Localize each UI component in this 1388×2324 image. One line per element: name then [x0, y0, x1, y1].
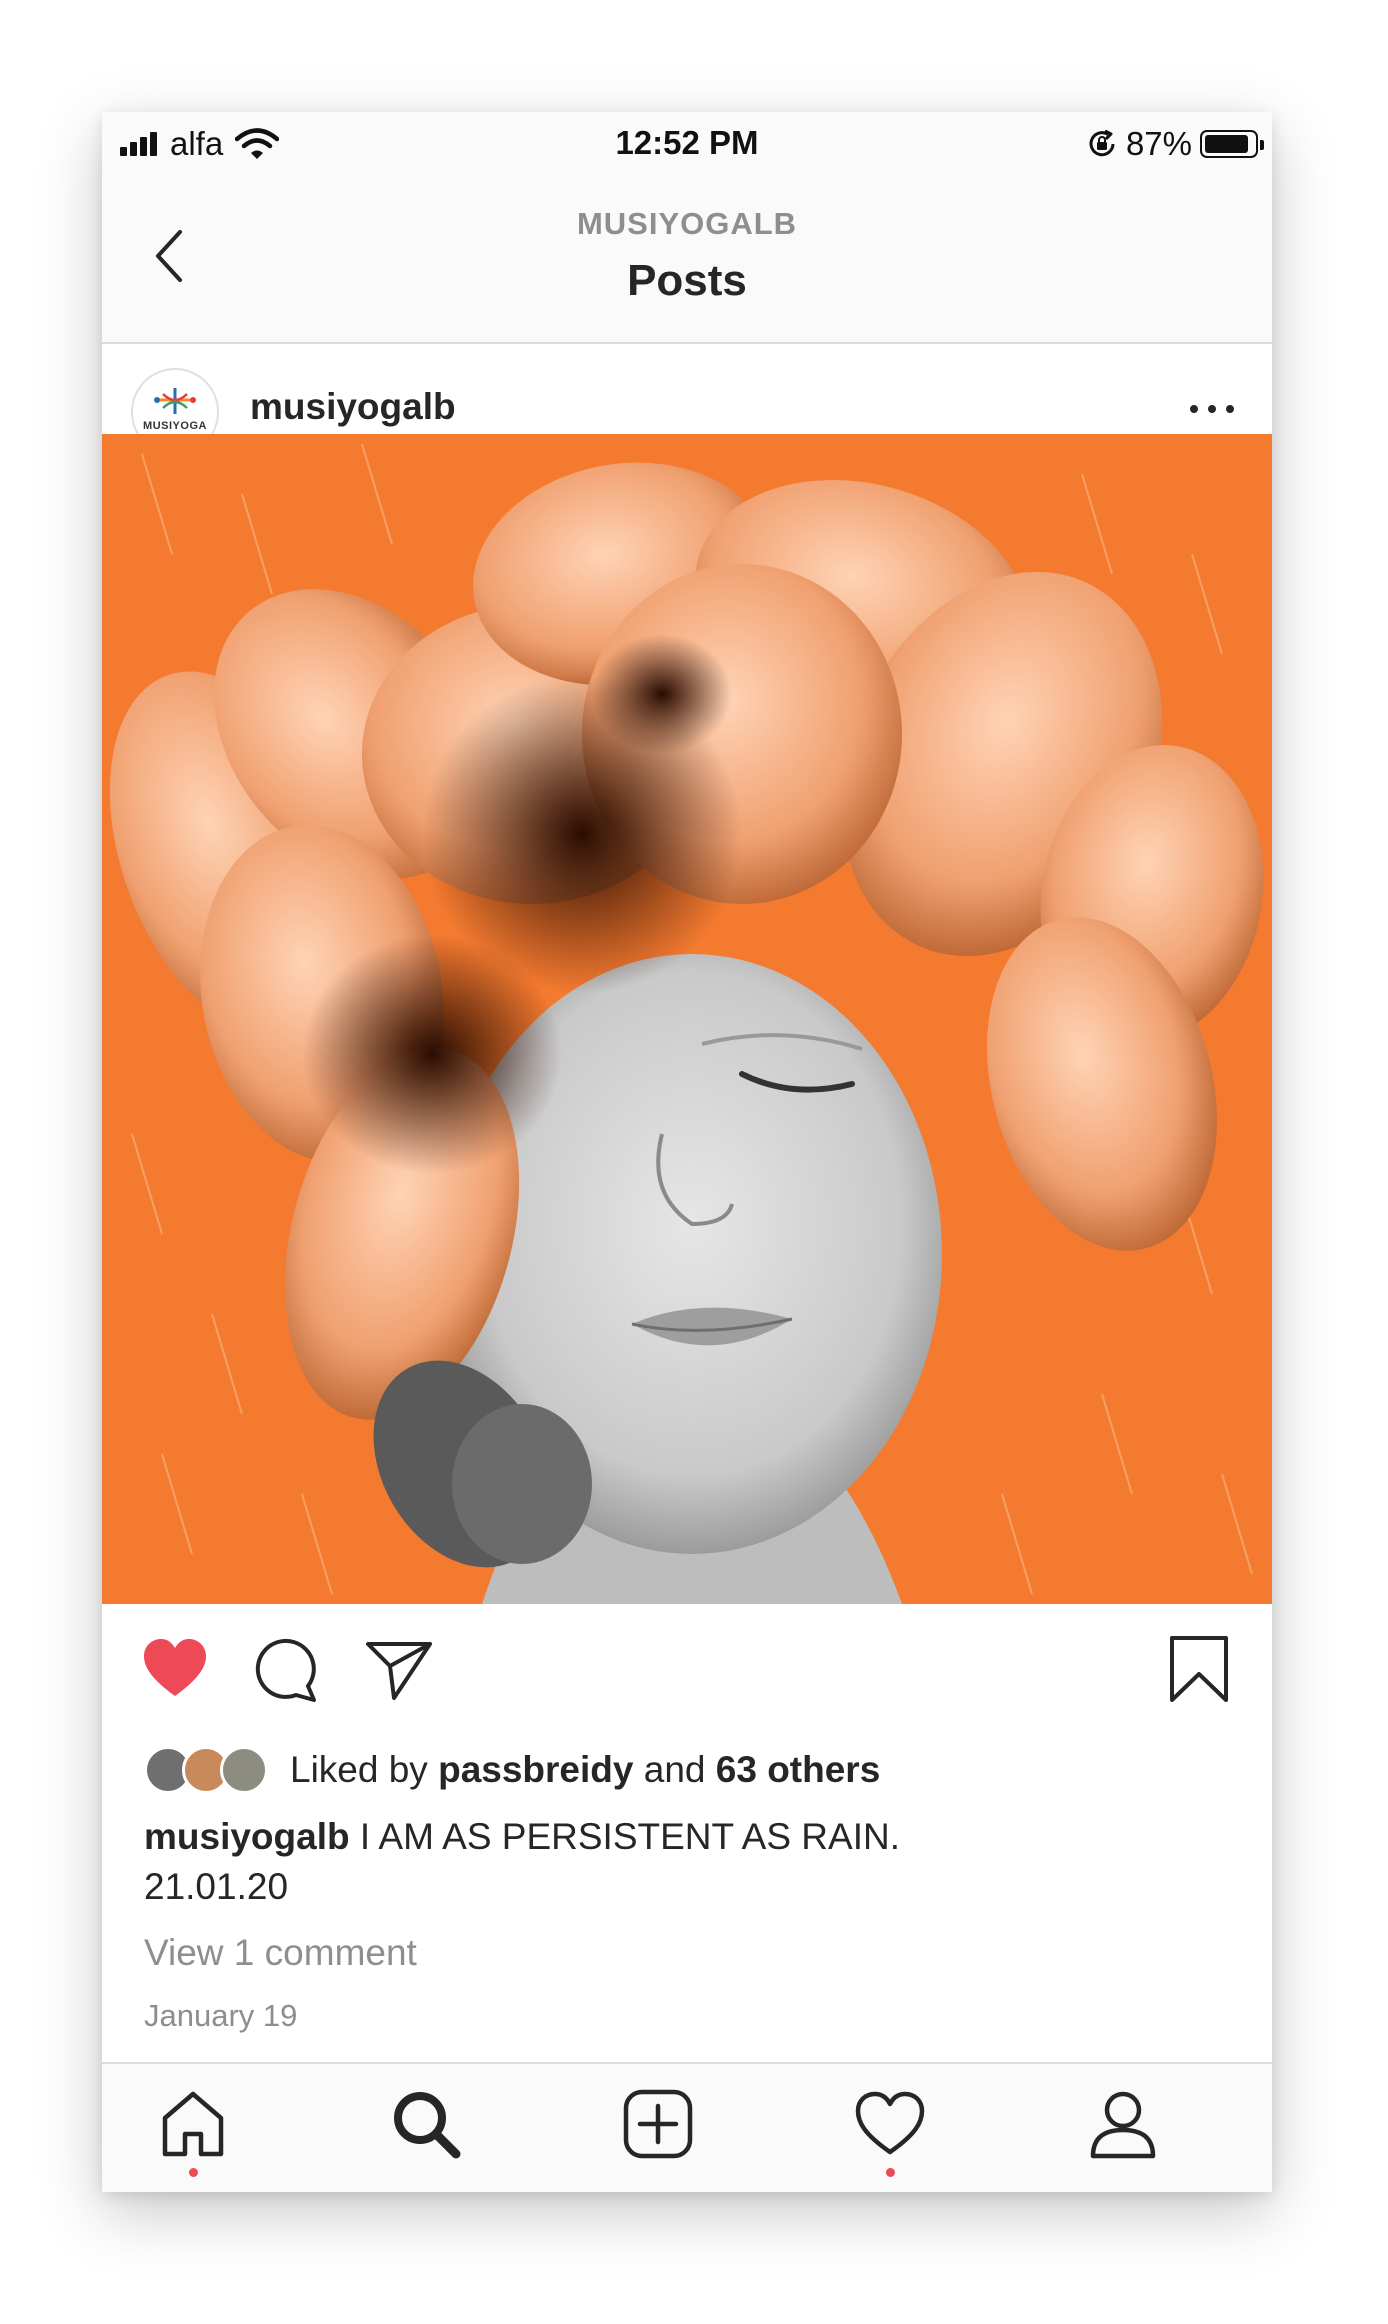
likes-text: Liked by passbreidy and 63 others: [290, 1749, 880, 1791]
post-actions: [102, 1604, 1272, 1724]
post-caption: musiyogalb I AM AS PERSISTENT AS RAIN. 2…: [144, 1812, 1224, 1912]
add-post-icon[interactable]: [620, 2086, 696, 2162]
rotation-lock-icon: [1089, 129, 1115, 157]
likes-prefix: Liked by: [290, 1749, 439, 1790]
profile-handle-subtitle: MUSIYOGALB: [576, 206, 798, 241]
view-comments-link[interactable]: View 1 comment: [144, 1932, 417, 1974]
caption-text: I AM AS PERSISTENT AS RAIN.: [349, 1816, 900, 1857]
liker-avatars: [144, 1744, 274, 1796]
phone-screen: alfa 12:52 PM 87% MUSIYOGALB Posts MUSIY…: [102, 112, 1272, 2192]
tab-bar: [102, 2062, 1272, 2192]
nav-header: MUSIYOGALB Posts: [102, 176, 1272, 344]
send-icon[interactable]: [364, 1634, 434, 1704]
home-icon[interactable]: [155, 2086, 231, 2162]
activity-notification-dot: [886, 2168, 895, 2177]
bookmark-icon[interactable]: [1164, 1634, 1234, 1704]
more-options-button[interactable]: [1190, 394, 1234, 424]
heart-filled-icon[interactable]: [140, 1634, 210, 1704]
post-username[interactable]: musiyogalb: [250, 386, 456, 428]
home-notification-dot: [189, 2168, 198, 2177]
caption-username[interactable]: musiyogalb: [144, 1816, 350, 1857]
search-icon[interactable]: [388, 2086, 464, 2162]
avatar-text: MUSIYOGA: [143, 420, 207, 432]
liker-username[interactable]: passbreidy: [438, 1749, 633, 1790]
battery-percent: 87%: [1125, 125, 1192, 162]
post-date: January 19: [144, 1998, 298, 2033]
heart-icon[interactable]: [852, 2086, 928, 2162]
status-bar: alfa 12:52 PM 87%: [102, 112, 1272, 176]
likes-middle: and: [633, 1749, 716, 1790]
page-title: Posts: [627, 256, 747, 305]
battery-icon: [1200, 130, 1264, 158]
more-horizontal-icon: [1190, 405, 1198, 413]
post-photo: [102, 434, 1272, 1604]
post-image[interactable]: [102, 434, 1272, 1604]
caption-date-line: 21.01.20: [144, 1866, 289, 1907]
status-right: 87%: [1086, 124, 1264, 164]
likes-row[interactable]: Liked by passbreidy and 63 others: [144, 1742, 880, 1798]
comment-icon[interactable]: [252, 1634, 322, 1704]
profile-icon[interactable]: [1085, 2086, 1161, 2162]
liker-avatar: [220, 1746, 268, 1794]
likes-others-count[interactable]: 63 others: [716, 1749, 881, 1790]
